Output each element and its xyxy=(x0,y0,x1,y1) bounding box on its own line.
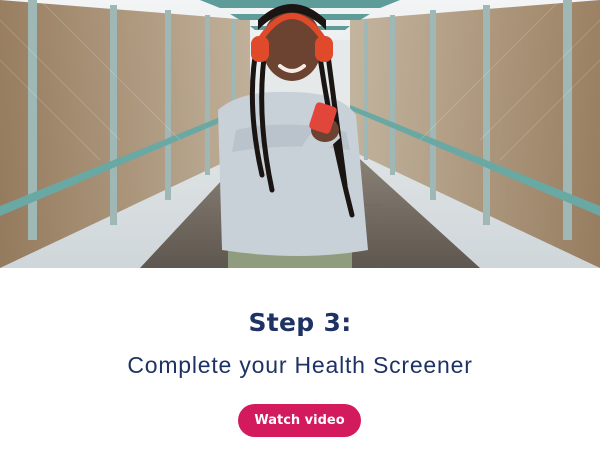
wave-divider xyxy=(0,268,600,292)
page-title: Step 3: xyxy=(248,308,352,337)
hero-image xyxy=(0,0,600,268)
step-card: Step 3: Complete your Health Screener Wa… xyxy=(0,0,600,460)
watch-video-button[interactable]: Watch video xyxy=(238,404,361,437)
page-subtitle: Complete your Health Screener xyxy=(127,352,473,378)
person-with-headphones-image xyxy=(0,0,600,268)
